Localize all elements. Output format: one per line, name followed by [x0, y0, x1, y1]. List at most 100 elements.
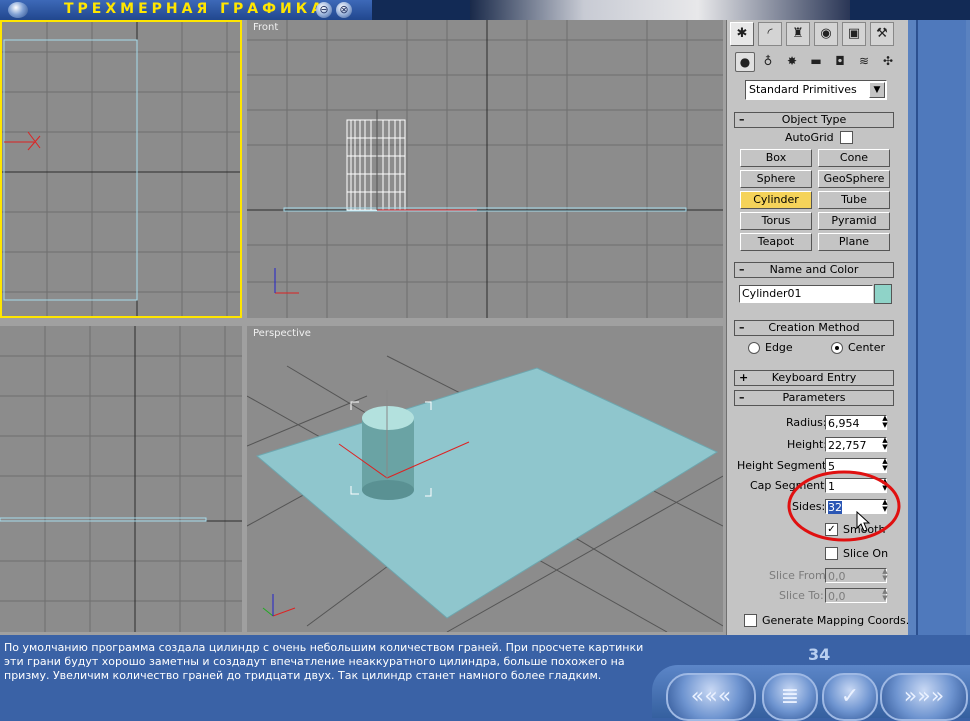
utilities-icon: ⚒: [876, 26, 888, 41]
motion-icon: ◉: [820, 26, 832, 41]
object-type-rollout-header[interactable]: – Object Type: [734, 112, 894, 128]
slice-to-label: Slice To:: [779, 589, 824, 602]
systems-icon: ✣: [882, 54, 894, 68]
spacewarps-icon: ≋: [858, 54, 870, 68]
perspective-view-scene: [247, 355, 723, 632]
right-frame-inner: [916, 20, 966, 635]
parameters-rollout-header[interactable]: – Parameters: [734, 390, 894, 406]
center-radio-label: Center: [848, 341, 886, 354]
cameras-button[interactable]: ▬: [807, 52, 825, 70]
cylinder-object: [362, 406, 414, 500]
slice-to-input[interactable]: 0,0: [825, 588, 887, 603]
close-button[interactable]: ⊗: [336, 2, 352, 18]
slice-from-label: Slice From:: [769, 569, 830, 582]
page-number: 34: [808, 645, 831, 664]
name-and-color-rollout-header[interactable]: – Name and Color: [734, 262, 894, 278]
slice-on-label: Slice On: [843, 547, 889, 560]
systems-button[interactable]: ✣: [879, 52, 897, 70]
modify-tab[interactable]: ◜: [758, 22, 782, 46]
cone-button[interactable]: Cone: [818, 149, 890, 167]
create-tab[interactable]: ✱: [730, 22, 754, 46]
object-color-swatch[interactable]: [874, 284, 892, 304]
radius-input[interactable]: 6,954: [825, 415, 887, 430]
viewport-left[interactable]: [0, 326, 242, 632]
shapes-icon: ♁: [763, 54, 773, 68]
spacewarps-button[interactable]: ≋: [855, 52, 873, 70]
autogrid-label: AutoGrid: [785, 131, 834, 144]
cameras-icon: ▬: [810, 54, 822, 68]
creation-method-rollout-header[interactable]: – Creation Method: [734, 320, 894, 336]
title-bar: ТРЕХМЕРНАЯ ГРАФИКА ⊖ ⊗: [0, 0, 372, 21]
tube-button[interactable]: Tube: [818, 191, 890, 209]
height-input[interactable]: 22,757: [825, 437, 887, 452]
app-logo-icon: [8, 2, 28, 18]
window-title: ТРЕХМЕРНАЯ ГРАФИКА: [64, 1, 327, 17]
forward-icon: »»»: [903, 684, 945, 709]
geometry-button[interactable]: ●: [735, 52, 755, 72]
category-dropdown[interactable]: Standard Primitives ▼: [745, 80, 887, 100]
helpers-button[interactable]: ◘: [831, 52, 849, 70]
utilities-tab[interactable]: ⚒: [870, 22, 894, 46]
height-label: Height:: [787, 438, 828, 451]
hierarchy-icon: ♜: [792, 26, 804, 41]
check-icon: ✓: [840, 684, 860, 709]
front-view-grid: [247, 20, 723, 318]
pyramid-button[interactable]: Pyramid: [818, 212, 890, 230]
geometry-icon: ●: [739, 55, 751, 69]
lights-button[interactable]: ✸: [783, 52, 801, 70]
sphere-button[interactable]: Sphere: [740, 170, 812, 188]
highlight-ellipse: [787, 470, 901, 542]
bottom-bar: По умолчанию программа создала цилиндр с…: [0, 635, 970, 721]
minimize-button[interactable]: ⊖: [316, 2, 332, 18]
create-icon: ✱: [736, 26, 748, 41]
edge-radio[interactable]: [748, 342, 760, 354]
mapping-coords-label: Generate Mapping Coords.: [762, 614, 910, 627]
torus-button[interactable]: Torus: [740, 212, 812, 230]
viewport-front[interactable]: Front: [247, 20, 723, 318]
slice-on-checkbox[interactable]: [825, 547, 838, 560]
center-radio[interactable]: [831, 342, 843, 354]
shapes-button[interactable]: ♁: [759, 52, 777, 70]
display-icon: ▣: [847, 26, 861, 41]
display-tab[interactable]: ▣: [842, 22, 866, 46]
viewport-top[interactable]: [0, 20, 242, 318]
autogrid-checkbox[interactable]: [840, 131, 853, 144]
box-button[interactable]: Box: [740, 149, 812, 167]
helpers-icon: ◘: [835, 54, 845, 68]
mapping-coords-checkbox[interactable]: [744, 614, 757, 627]
geosphere-button[interactable]: GeoSphere: [818, 170, 890, 188]
radius-label: Radius:: [786, 416, 827, 429]
mouse-cursor-icon: [856, 511, 871, 532]
teapot-button[interactable]: Teapot: [740, 233, 812, 251]
slice-from-input[interactable]: 0,0: [825, 568, 887, 583]
right-frame: [908, 20, 970, 635]
motion-tab[interactable]: ◉: [814, 22, 838, 46]
edge-radio-label: Edge: [765, 341, 793, 354]
viewport-perspective[interactable]: Perspective: [247, 326, 723, 632]
category-dropdown-value: Standard Primitives: [749, 83, 857, 96]
cylinder-button[interactable]: Cylinder: [740, 191, 812, 209]
hierarchy-tab[interactable]: ♜: [786, 22, 810, 46]
contents-button[interactable]: ≣: [762, 673, 818, 721]
lights-icon: ✸: [786, 54, 798, 68]
check-button[interactable]: ✓: [822, 673, 878, 721]
forward-button[interactable]: »»»: [880, 673, 968, 721]
object-name-input[interactable]: Cylinder01: [739, 285, 873, 303]
radius-spinner[interactable]: ▲ ▼: [880, 415, 890, 430]
height-spinner[interactable]: ▲ ▼: [880, 437, 890, 452]
chevron-down-icon[interactable]: ▼: [869, 82, 885, 98]
back-button[interactable]: «««: [666, 673, 756, 721]
left-view-grid: [0, 326, 242, 632]
keyboard-entry-rollout-header[interactable]: + Keyboard Entry: [734, 370, 894, 386]
slice-to-spinner[interactable]: ▲ ▼: [880, 588, 890, 603]
command-panel: ✱ ◜ ♜ ◉ ▣ ⚒ ● ♁ ✸ ▬ ◘ ≋ ✣ Standard Primi…: [726, 20, 909, 635]
header-banner: [372, 0, 970, 20]
back-icon: «««: [690, 684, 732, 709]
plane-button[interactable]: Plane: [818, 233, 890, 251]
list-icon: ≣: [780, 684, 800, 709]
modify-icon: ◜: [767, 26, 773, 41]
slice-from-spinner[interactable]: ▲ ▼: [880, 568, 890, 583]
lesson-description: По умолчанию программа создала цилиндр с…: [4, 641, 644, 682]
banner-image: [470, 0, 850, 20]
top-view-grid: [2, 22, 240, 316]
